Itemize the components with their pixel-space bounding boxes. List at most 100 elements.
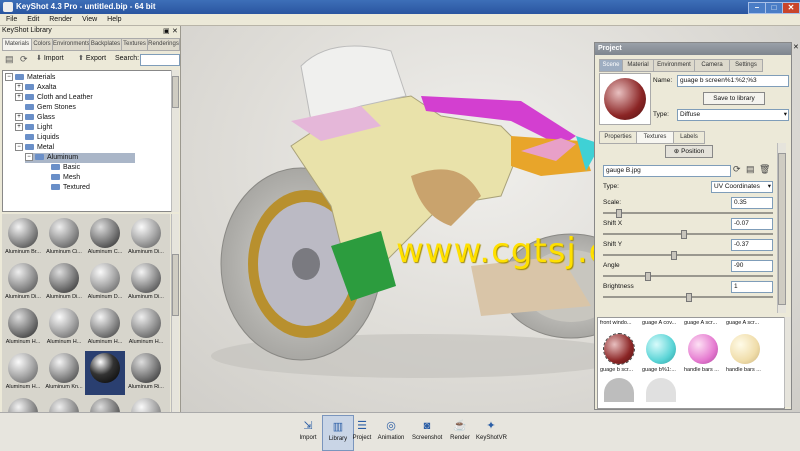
param-value-input[interactable]: -0.07 <box>731 218 773 230</box>
mapping-type-select[interactable]: UV Coordinates ▾ <box>711 181 773 193</box>
tree-item-metal[interactable]: − Metal <box>15 143 54 153</box>
library-close-icon[interactable]: ✕ <box>172 27 178 35</box>
swatch-guage-b-screen[interactable] <box>603 333 635 365</box>
tree-item-materials[interactable]: − Materials <box>5 73 55 83</box>
subtab-labels[interactable]: Labels <box>673 131 705 144</box>
param-slider-knob[interactable] <box>645 272 651 281</box>
grid-scrollbar[interactable] <box>171 214 179 436</box>
collapse-icon[interactable]: − <box>15 143 23 152</box>
menu-help[interactable]: Help <box>107 14 121 25</box>
maximize-button[interactable]: □ <box>765 2 783 14</box>
tab-materials[interactable]: Materials <box>2 38 32 51</box>
material-thumbnail[interactable]: Aluminum Di... <box>44 261 84 305</box>
render-tool-button[interactable]: ☕ Render <box>445 415 475 449</box>
swatch-cream[interactable] <box>730 334 760 364</box>
library-float-icon[interactable]: ▣ <box>163 27 170 35</box>
animation-tool-button[interactable]: ◎ Animation <box>376 415 406 449</box>
param-slider[interactable] <box>603 230 773 239</box>
param-slider-knob[interactable] <box>681 230 687 239</box>
project-close-icon[interactable]: ✕ <box>793 43 799 51</box>
param-value-input[interactable]: 0.35 <box>731 197 773 209</box>
tree-item-axalta[interactable]: + Axalta <box>15 83 56 93</box>
open-folder-icon[interactable]: ▤ <box>746 164 755 175</box>
param-value-input[interactable]: 1 <box>731 281 773 293</box>
material-thumbnail[interactable]: Aluminum Di... <box>3 261 43 305</box>
expand-icon[interactable]: + <box>15 113 23 122</box>
tree-item-basic[interactable]: Basic <box>51 163 80 173</box>
menu-edit[interactable]: Edit <box>27 14 39 25</box>
texture-file-input[interactable]: gauge B.jpg <box>603 165 731 177</box>
screenshot-tool-button[interactable]: ◙ Screenshot <box>412 415 442 449</box>
tree-item-liquids[interactable]: Liquids <box>25 133 59 143</box>
tab-material[interactable]: Material <box>622 59 654 72</box>
expand-icon[interactable]: + <box>15 93 23 102</box>
close-button[interactable]: ✕ <box>782 2 800 14</box>
menu-file[interactable]: File <box>6 14 17 25</box>
material-thumbnail[interactable]: Aluminum Ri... <box>126 351 166 395</box>
properties-scrollbar[interactable] <box>777 143 786 313</box>
tree-item-gem-stones[interactable]: Gem Stones <box>25 103 76 113</box>
material-thumbnail[interactable]: Aluminum H... <box>3 351 43 395</box>
refresh-icon[interactable]: ⟳ <box>20 54 28 65</box>
material-thumbnail[interactable]: Aluminum H... <box>126 306 166 350</box>
param-value-input[interactable]: -0.37 <box>731 239 773 251</box>
param-slider[interactable] <box>603 251 773 260</box>
material-thumbnail[interactable]: Aluminum D... <box>85 261 125 305</box>
project-tool-button[interactable]: ☰ Project <box>347 415 377 449</box>
tab-scene[interactable]: Scene <box>599 59 623 72</box>
material-thumbnail[interactable]: Aluminum H... <box>85 306 125 350</box>
grid-scrollbar-thumb[interactable] <box>172 254 179 316</box>
collapse-icon[interactable]: − <box>25 153 33 162</box>
tree-item-glass[interactable]: + Glass <box>15 113 55 123</box>
material-thumbnail[interactable]: Aluminum Di... <box>126 216 166 260</box>
tab-environment[interactable]: Environment <box>653 59 695 72</box>
tab-environments[interactable]: Environments <box>52 38 90 51</box>
tree-item-aluminum[interactable]: − Aluminum <box>25 153 135 163</box>
trash-icon[interactable]: 🗑 <box>759 164 770 175</box>
tree-item-light[interactable]: + Light <box>15 123 52 133</box>
subtab-properties[interactable]: Properties <box>599 131 637 144</box>
tree-scrollbar-thumb[interactable] <box>172 76 179 108</box>
tab-camera[interactable]: Camera <box>694 59 730 72</box>
material-name-input[interactable]: guage b screen%1:%2;%3 <box>677 75 789 87</box>
material-thumbnail[interactable]: Aluminum C... <box>85 216 125 260</box>
param-slider-knob[interactable] <box>671 251 677 260</box>
folder-icon[interactable]: ▤ <box>5 54 14 65</box>
subtab-textures[interactable]: Textures <box>636 131 674 144</box>
collapse-icon[interactable]: − <box>5 73 13 82</box>
tree-item-textured[interactable]: Textured <box>51 183 90 193</box>
minimize-button[interactable]: – <box>748 2 766 14</box>
menu-render[interactable]: Render <box>49 14 72 25</box>
material-thumbnail[interactable]: Aluminum H... <box>44 306 84 350</box>
tab-renderings[interactable]: Renderings <box>147 38 180 51</box>
tree-item-cloth[interactable]: + Cloth and Leather <box>15 93 93 103</box>
tab-settings[interactable]: Settings <box>729 59 763 72</box>
param-slider-knob[interactable] <box>616 209 622 218</box>
param-slider[interactable] <box>603 209 773 218</box>
material-thumbnail[interactable]: Aluminum Di... <box>126 261 166 305</box>
material-thumbnail[interactable]: Aluminum Ci... <box>44 216 84 260</box>
material-thumbnail[interactable]: Aluminum H... <box>3 306 43 350</box>
keyshotvr-tool-button[interactable]: ✦ KeyShotVR <box>476 415 507 449</box>
param-value-input[interactable]: -90 <box>731 260 773 272</box>
swatch-gray[interactable] <box>604 378 634 402</box>
tab-backplates[interactable]: Backplates <box>89 38 122 51</box>
save-to-library-button[interactable]: Save to library <box>703 92 765 105</box>
export-button[interactable]: ⬆ Export <box>78 54 106 62</box>
materials-list-scrollbar[interactable] <box>784 317 791 407</box>
param-slider-knob[interactable] <box>686 293 692 302</box>
expand-icon[interactable]: + <box>15 123 23 132</box>
menu-view[interactable]: View <box>82 14 97 25</box>
import-tool-button[interactable]: ⇲ Import <box>293 415 323 449</box>
tree-scrollbar[interactable] <box>171 70 179 212</box>
reload-icon[interactable]: ⟳ <box>733 164 741 175</box>
tab-textures[interactable]: Textures <box>121 38 148 51</box>
material-thumbnail[interactable] <box>85 351 125 395</box>
tree-item-mesh[interactable]: Mesh <box>51 173 80 183</box>
swatch-pink[interactable] <box>688 334 718 364</box>
search-input[interactable] <box>140 54 180 66</box>
param-slider[interactable] <box>603 293 773 302</box>
import-button[interactable]: ⬇ Import <box>36 54 64 62</box>
swatch-cyan[interactable] <box>646 334 676 364</box>
material-thumbnail[interactable]: Aluminum Br... <box>3 216 43 260</box>
